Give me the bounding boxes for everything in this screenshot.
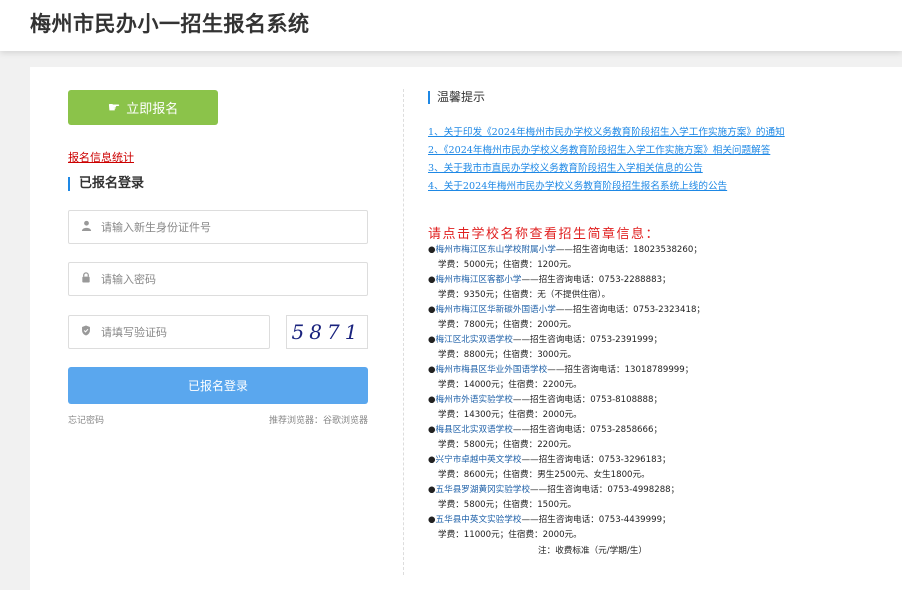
page-title: 梅州市民办小一招生报名系统 bbox=[30, 12, 310, 36]
school-item: ●梅州市梅县区华业外国语学校——招生咨询电话：13018789999； bbox=[428, 365, 694, 375]
school-item: ●兴宁市卓越中英文学校——招生咨询电话：0753-3296183； bbox=[428, 455, 671, 465]
school-contact: ——招生咨询电话：0753-4998288； bbox=[530, 485, 680, 495]
school-fees: 学费：11000元；住宿费：2000元。 bbox=[438, 530, 582, 540]
id-number-field[interactable] bbox=[68, 210, 368, 244]
apply-now-button[interactable]: ☛ 立即报名 bbox=[68, 90, 218, 125]
school-fees: 学费：14300元；住宿费：2000元。 bbox=[438, 410, 582, 420]
school-name-link[interactable]: 梅州市梅江区东山学校附属小学 bbox=[436, 245, 556, 255]
school-fees: 学费：9350元；住宿费：无（不提供住宿）。 bbox=[438, 290, 611, 300]
school-list-heading: 请点击学校名称查看招生简章信息： bbox=[428, 227, 661, 242]
school-fees: 学费：5800元；住宿费：1500元。 bbox=[438, 500, 577, 510]
captcha-input[interactable] bbox=[99, 324, 269, 340]
password-input[interactable] bbox=[99, 271, 367, 287]
school-name-link[interactable]: 梅州市梅县区华业外国语学校 bbox=[436, 365, 548, 375]
apply-now-label: 立即报名 bbox=[126, 102, 179, 117]
school-name-link[interactable]: 五华县中英文实验学校 bbox=[436, 515, 522, 525]
school-name-link[interactable]: 兴宁市卓越中英文学校 bbox=[436, 455, 522, 465]
school-contact: ——招生咨询电话：13018789999； bbox=[547, 365, 694, 375]
school-name-link[interactable]: 梅州市梅江区华新碳外国语小学 bbox=[436, 305, 556, 315]
school-fees: 学费：5000元；住宿费：1200元。 bbox=[438, 260, 577, 270]
school-item: ●梅县区北实双语学校——招生咨询电话：0753-2858666； bbox=[428, 425, 663, 435]
school-name-link[interactable]: 五华县罗湖黄冈实验学校 bbox=[436, 485, 531, 495]
school-list: ●梅州市梅江区东山学校附属小学——招生咨询电话：18023538260； 学费：… bbox=[428, 243, 705, 543]
fee-note: 注：收费标准（元/学期/生） bbox=[538, 546, 647, 556]
notice-list: 1、关于印发《2024年梅州市民办学校义务教育阶段招生入学工作实施方案》的通知 … bbox=[428, 124, 785, 196]
browser-recommendation: 推荐浏览器：谷歌浏览器 bbox=[268, 416, 368, 426]
forgot-password-link[interactable]: 忘记密码 bbox=[68, 413, 104, 426]
school-contact: ——招生咨询电话：0753-2391999； bbox=[512, 335, 663, 345]
school-name-link[interactable]: 梅州市梅江区客都小学 bbox=[436, 275, 522, 285]
tips-title: 温馨提示 bbox=[428, 91, 485, 104]
notice-link[interactable]: 3、关于我市市直民办学校义务教育阶段招生入学相关信息的公告 bbox=[428, 160, 785, 178]
school-item: ●梅江区北实双语学校——招生咨询电话：0753-2391999； bbox=[428, 335, 663, 345]
notice-link[interactable]: 1、关于印发《2024年梅州市民办学校义务教育阶段招生入学工作实施方案》的通知 bbox=[428, 124, 785, 142]
school-item: ●梅州市梅江区东山学校附属小学——招生咨询电话：18023538260； bbox=[428, 245, 702, 255]
school-item: ●五华县中英文实验学校——招生咨询电话：0753-4439999； bbox=[428, 515, 671, 525]
registration-stats-link[interactable]: 报名信息统计 bbox=[68, 149, 134, 165]
captcha-field[interactable] bbox=[68, 315, 270, 349]
school-contact: ——招生咨询电话：18023538260； bbox=[555, 245, 702, 255]
school-item: ●五华县罗湖黄冈实验学校——招生咨询电话：0753-4998288； bbox=[428, 485, 680, 495]
school-name-link[interactable]: 梅县区北实双语学校 bbox=[436, 425, 513, 435]
page-header: 梅州市民办小一招生报名系统 bbox=[0, 0, 902, 51]
hand-pointer-icon: ☛ bbox=[107, 99, 121, 116]
school-item: ●梅州市外语实验学校——招生咨询电话：0753-8108888； bbox=[428, 395, 663, 405]
lock-icon bbox=[80, 272, 92, 286]
school-name-link[interactable]: 梅州市外语实验学校 bbox=[436, 395, 513, 405]
school-contact: ——招生咨询电话：0753-2323418； bbox=[555, 305, 706, 315]
column-divider bbox=[403, 89, 404, 575]
school-item: ●梅州市梅江区客都小学——招生咨询电话：0753-2288883； bbox=[428, 275, 671, 285]
school-item: ●梅州市梅江区华新碳外国语小学——招生咨询电话：0753-2323418； bbox=[428, 305, 706, 315]
login-button[interactable]: 已报名登录 bbox=[68, 367, 368, 404]
school-contact: ——招生咨询电话：0753-8108888； bbox=[512, 395, 663, 405]
id-number-input[interactable] bbox=[99, 219, 367, 235]
school-fees: 学费：7800元；住宿费：2000元。 bbox=[438, 320, 577, 330]
notice-link[interactable]: 2、《2024年梅州市民办学校义务教育阶段招生入学工作实施方案》相关问题解答 bbox=[428, 142, 785, 160]
login-section-title: 已报名登录 bbox=[68, 177, 144, 191]
notice-link[interactable]: 4、关于2024年梅州市民办学校义务教育阶段招生报名系统上线的公告 bbox=[428, 178, 785, 196]
school-fees: 学费：14000元；住宿费：2200元。 bbox=[438, 380, 582, 390]
school-name-link[interactable]: 梅江区北实双语学校 bbox=[436, 335, 513, 345]
user-icon bbox=[80, 220, 92, 234]
school-contact: ——招生咨询电话：0753-4439999； bbox=[521, 515, 671, 525]
school-contact: ——招生咨询电话：0753-2288883； bbox=[521, 275, 671, 285]
password-field[interactable] bbox=[68, 262, 368, 296]
shield-icon bbox=[80, 325, 92, 339]
main-card: ☛ 立即报名 报名信息统计 已报名登录 5871 已报名登录 忘记密码 推荐浏览… bbox=[30, 67, 902, 590]
school-fees: 学费：8600元；住宿费：男生2500元、女生1800元。 bbox=[438, 470, 650, 480]
school-contact: ——招生咨询电话：0753-2858666； bbox=[512, 425, 663, 435]
school-fees: 学费：8800元；住宿费：3000元。 bbox=[438, 350, 577, 360]
school-contact: ——招生咨询电话：0753-3296183； bbox=[521, 455, 671, 465]
captcha-image[interactable]: 5871 bbox=[286, 315, 368, 349]
school-fees: 学费：5800元；住宿费：2200元。 bbox=[438, 440, 577, 450]
